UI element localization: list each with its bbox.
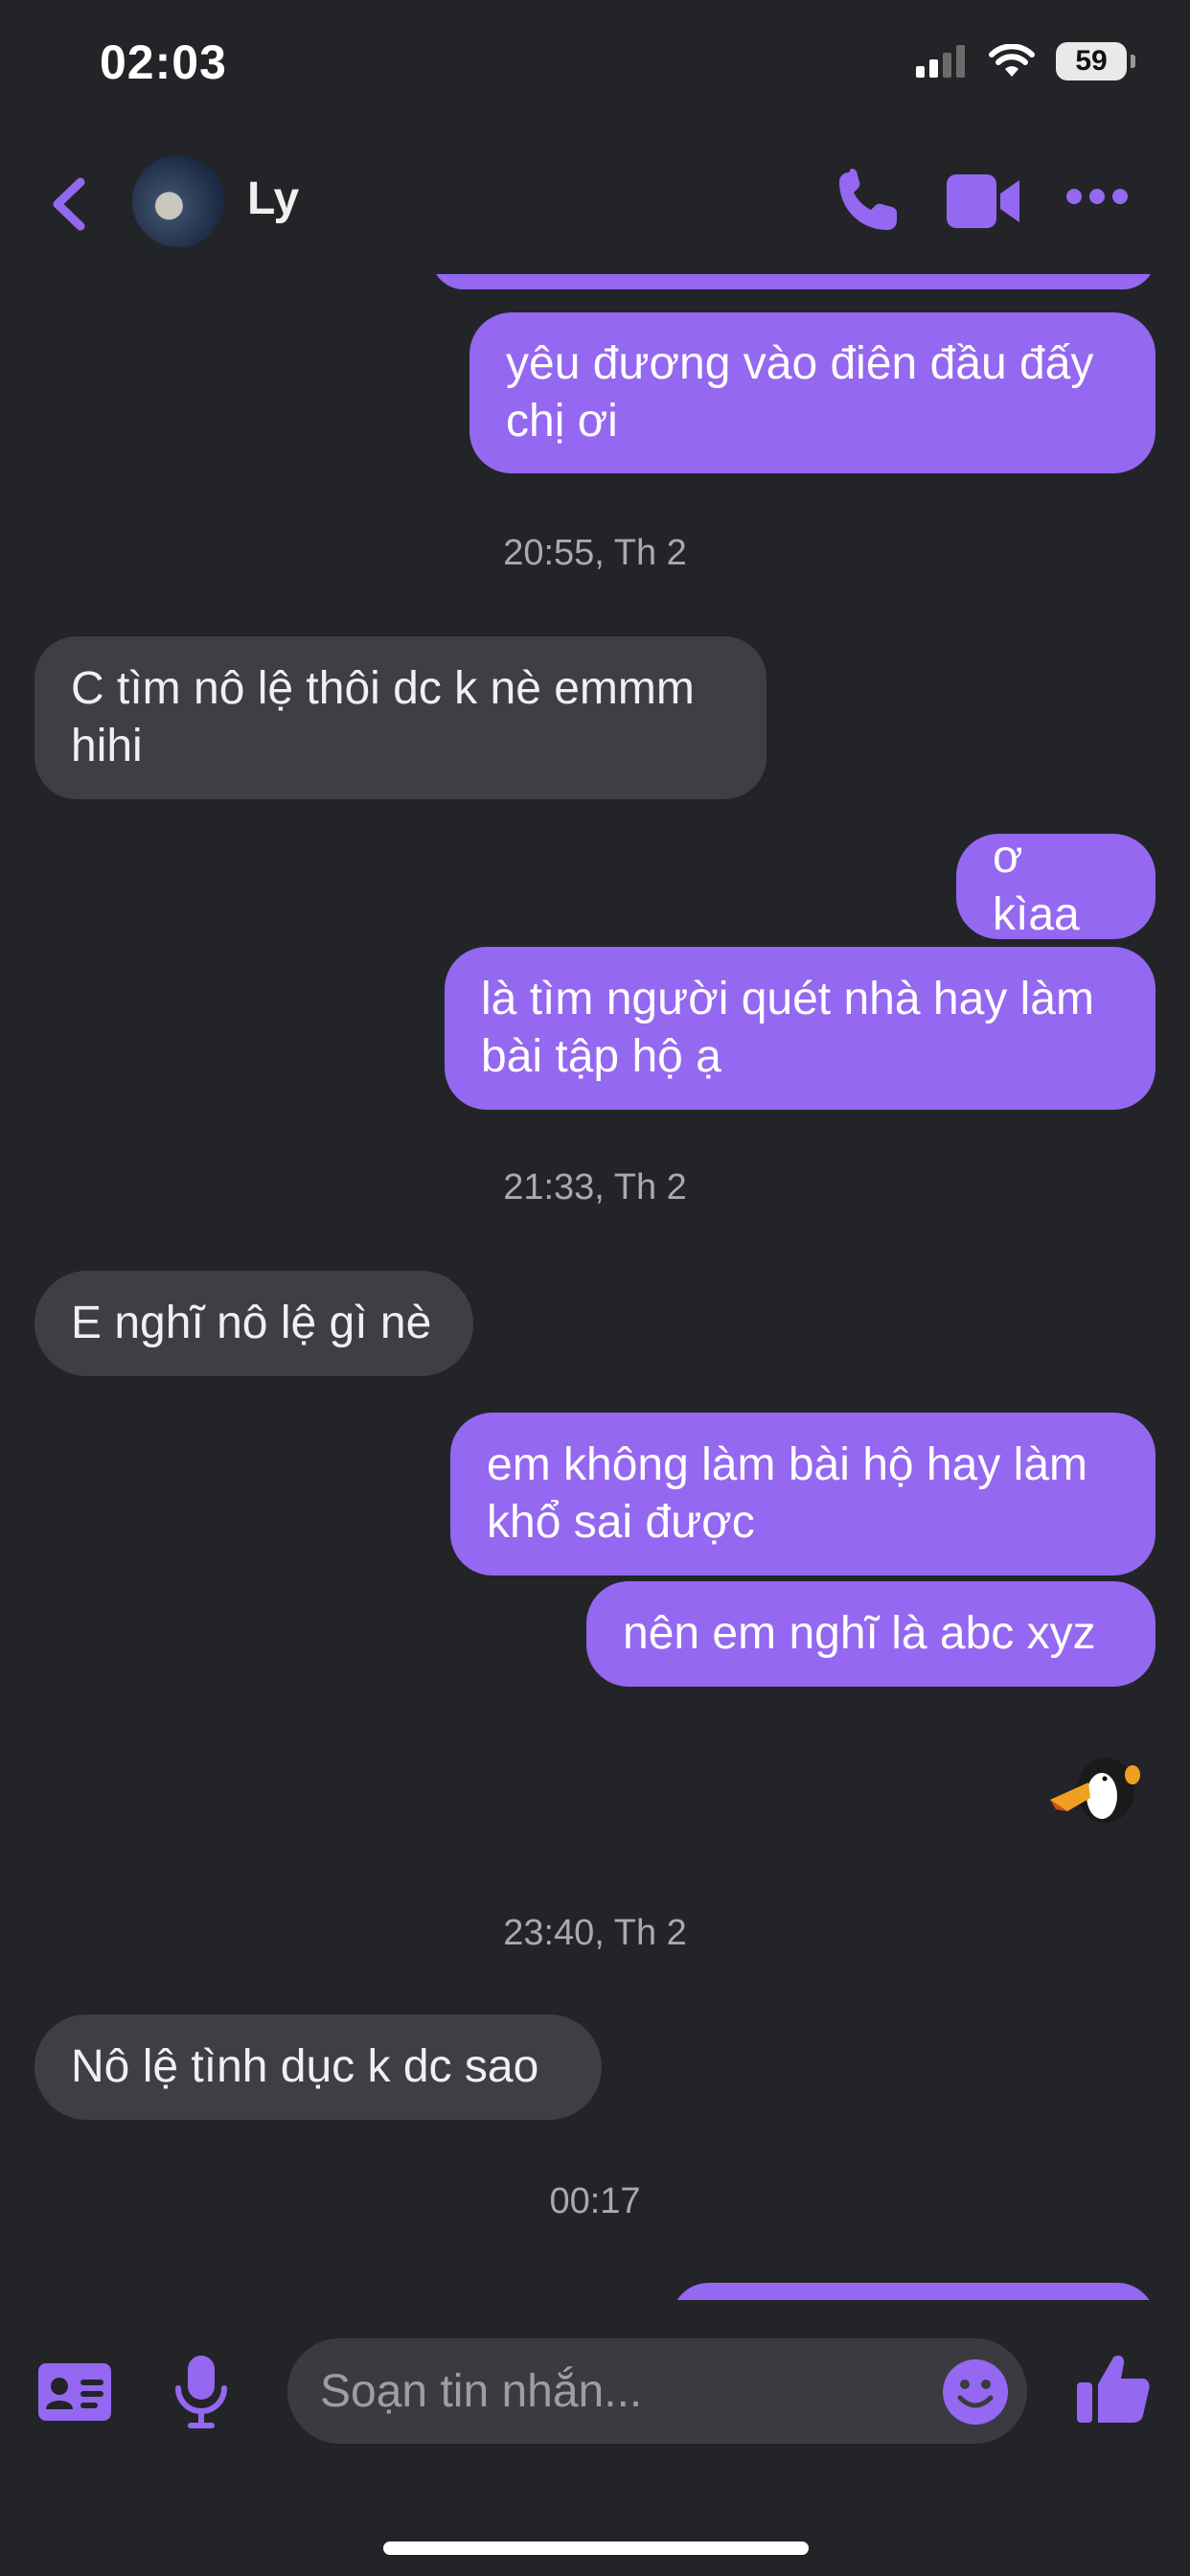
microphone-icon[interactable] — [172, 2354, 230, 2430]
message-text: em không làm bài hộ hay làm khổ sai được — [487, 1439, 1087, 1548]
status-icons: 59 — [916, 42, 1135, 80]
message-text: Nô lệ tình dục k dc sao — [71, 2041, 539, 2092]
phone-call-icon[interactable] — [834, 167, 903, 236]
battery-level: 59 — [1075, 45, 1108, 77]
emoji-icon[interactable] — [943, 2359, 1008, 2425]
message-input-placeholder: Soạn tin nhắn... — [320, 2366, 643, 2417]
message-text: C tìm nô lệ thôi dc k nè emmm hihi — [71, 663, 695, 771]
avatar[interactable] — [132, 155, 224, 247]
message-input[interactable]: Soạn tin nhắn... — [287, 2338, 1027, 2444]
status-time: 02:03 — [100, 35, 227, 89]
message-text: ơ kìaa — [993, 832, 1080, 940]
signal-icon — [916, 45, 965, 78]
wifi-icon — [989, 44, 1035, 77]
message-bubble-incoming[interactable]: C tìm nô lệ thôi dc k nè emmm hihi — [34, 636, 767, 799]
message-text: yêu đương vào điên đầu đấy chị ơi — [506, 338, 1094, 447]
thumbs-up-icon[interactable] — [1077, 2354, 1150, 2425]
message-bubble-incoming[interactable]: E nghĩ nô lệ gì nè — [34, 1271, 473, 1376]
video-call-icon[interactable] — [947, 171, 1021, 232]
toucan-sticker-icon[interactable] — [1046, 1748, 1142, 1827]
message-text: E nghĩ nô lệ gì nè — [71, 1298, 432, 1348]
back-chevron-icon[interactable] — [42, 171, 92, 238]
message-bubble-outgoing[interactable]: là tìm người quét nhà hay làm bài tập hộ… — [445, 947, 1156, 1110]
message-text: là tìm người quét nhà hay làm bài tập hộ… — [481, 974, 1094, 1082]
more-options-icon[interactable] — [1065, 188, 1129, 205]
contact-card-icon[interactable] — [38, 2363, 111, 2421]
contact-name[interactable]: Ly — [247, 172, 299, 225]
message-bubble-incoming[interactable]: Nô lệ tình dục k dc sao — [34, 2014, 602, 2120]
chat-header: Ly — [0, 134, 1190, 274]
message-bubble-partial[interactable] — [671, 2283, 1156, 2300]
timestamp: 21:33, Th 2 — [503, 1167, 687, 1208]
timestamp: 23:40, Th 2 — [503, 1913, 687, 1953]
message-list[interactable]: yêu đương vào điên đầu đấy chị ơi 20:55,… — [0, 274, 1190, 2300]
composer-bar: Soạn tin nhắn... — [0, 2300, 1190, 2576]
message-bubble-outgoing[interactable]: ơ kìaa — [956, 832, 1156, 940]
home-indicator[interactable] — [383, 2542, 809, 2555]
message-bubble-outgoing[interactable]: yêu đương vào điên đầu đấy chị ơi — [469, 312, 1156, 473]
battery-icon: 59 — [1056, 42, 1135, 80]
status-bar: 02:03 59 — [0, 0, 1190, 134]
message-text: nên em nghĩ là abc xyz — [623, 1608, 1096, 1659]
message-bubble-partial[interactable] — [431, 274, 1156, 289]
message-bubble-outgoing[interactable]: em không làm bài hộ hay làm khổ sai được — [450, 1413, 1156, 1576]
timestamp: 00:17 — [549, 2181, 641, 2221]
message-bubble-outgoing[interactable]: nên em nghĩ là abc xyz — [586, 1581, 1156, 1687]
timestamp: 20:55, Th 2 — [503, 533, 687, 573]
